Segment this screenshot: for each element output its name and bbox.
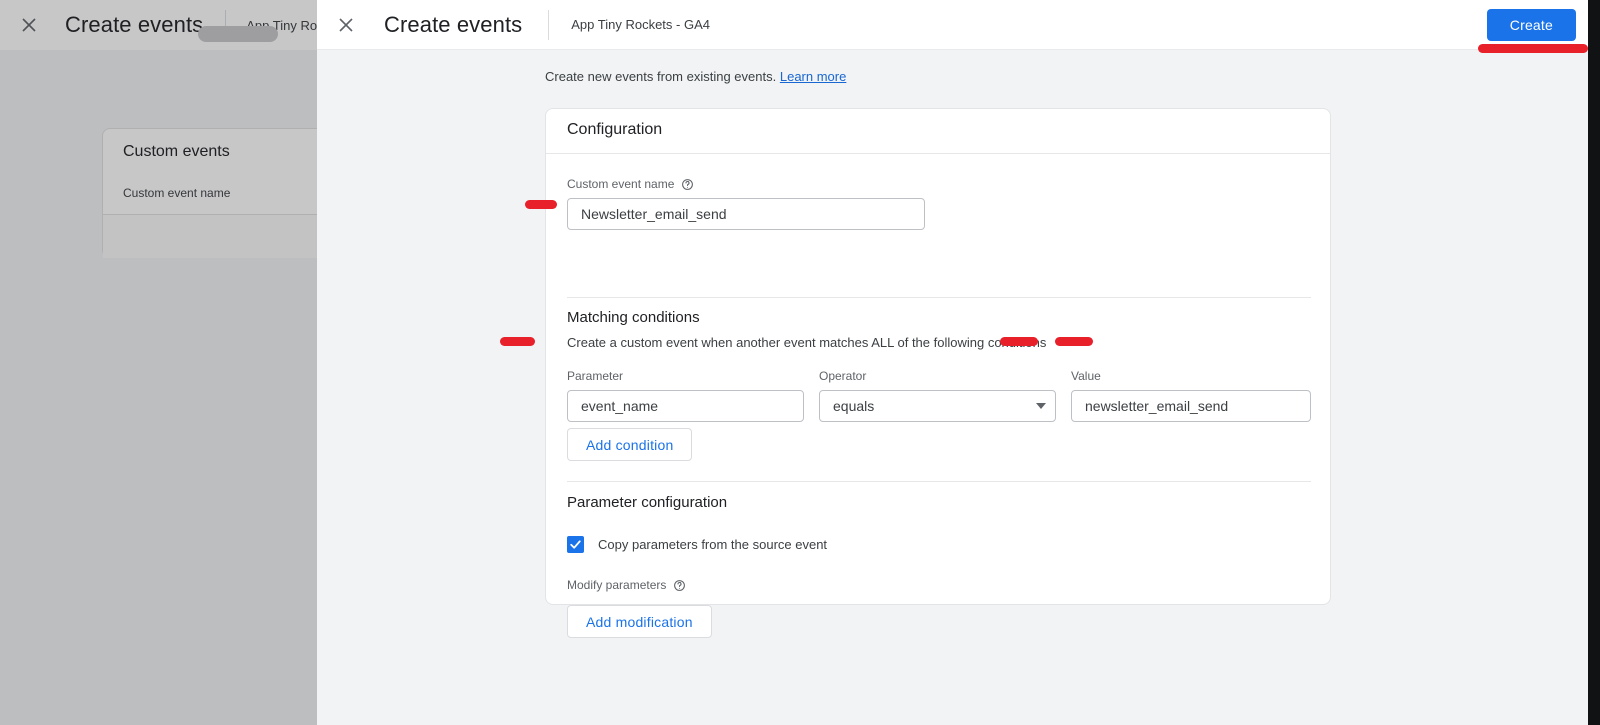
add-condition-button[interactable]: Add condition [567, 428, 693, 461]
modal-header-actions: Create [1486, 0, 1576, 50]
help-icon[interactable] [673, 579, 686, 592]
create-events-modal: Create events App Tiny Rockets - GA4 Cre… [317, 0, 1588, 725]
create-button[interactable]: Create [1486, 9, 1576, 41]
chevron-down-icon[interactable] [1036, 403, 1046, 409]
intro-text: Create new events from existing events. … [545, 69, 846, 84]
modify-parameters-label: Modify parameters [567, 578, 667, 592]
intro-description: Create new events from existing events. [545, 69, 777, 84]
operator-select[interactable] [819, 390, 1056, 422]
custom-event-name-input[interactable] [567, 198, 925, 230]
annotation-parameter-dash [500, 337, 535, 346]
parameter-label: Parameter [567, 369, 624, 383]
help-icon[interactable] [681, 178, 694, 191]
configuration-divider-1 [567, 297, 1311, 298]
learn-more-link[interactable]: Learn more [780, 69, 846, 84]
configuration-divider-2 [567, 481, 1311, 482]
modify-parameters-label-row: Modify parameters [567, 578, 686, 592]
parameter-configuration-title: Parameter configuration [567, 494, 728, 511]
add-modification-button[interactable]: Add modification [567, 605, 712, 638]
modal-body: Create new events from existing events. … [317, 51, 1588, 725]
configuration-title: Configuration [567, 121, 663, 138]
operator-field-group: Operator [819, 369, 1056, 422]
matching-conditions-description: Create a custom event when another event… [567, 335, 1047, 350]
right-edge-strip [1588, 0, 1600, 725]
annotation-value-dash [1055, 337, 1093, 346]
value-label: Value [1071, 369, 1101, 383]
annotation-create-button-underline [1478, 44, 1588, 53]
parameter-input[interactable] [567, 390, 804, 422]
screen-root: Create events App Tiny Rockets - G Custo… [0, 0, 1600, 725]
page-title: Create events [384, 11, 523, 37]
matching-conditions-title: Matching conditions [567, 309, 700, 326]
configuration-card-header: Configuration [546, 109, 1330, 154]
value-input[interactable] [1071, 390, 1311, 422]
close-icon[interactable] [334, 13, 358, 37]
condition-row: Parameter Operator Value [567, 369, 1311, 422]
annotation-operator-dash [1000, 337, 1038, 346]
property-name: App Tiny Rockets - GA4 [571, 17, 710, 32]
modal-header: Create events App Tiny Rockets - GA4 Cre… [317, 0, 1588, 50]
parameter-field-group: Parameter [567, 369, 804, 422]
operator-select-wrap [819, 390, 1056, 422]
annotation-custom-event-name-dash [525, 200, 557, 209]
custom-event-name-label: Custom event name [567, 177, 675, 191]
custom-event-name-label-row: Custom event name [567, 177, 925, 191]
operator-label: Operator [819, 369, 867, 383]
copy-parameters-checkbox[interactable] [567, 536, 584, 553]
custom-event-name-group: Custom event name [567, 177, 925, 230]
copy-parameters-row[interactable]: Copy parameters from the source event [567, 536, 827, 553]
matching-conditions-group: Matching conditions Create a custom even… [567, 309, 1311, 350]
header-divider [548, 9, 550, 40]
parameter-configuration-group: Parameter configuration [567, 494, 1311, 511]
value-field-group: Value [1071, 369, 1311, 422]
configuration-card: Configuration Custom event name Newslett… [545, 108, 1331, 638]
copy-parameters-label: Copy parameters from the source event [598, 537, 828, 552]
